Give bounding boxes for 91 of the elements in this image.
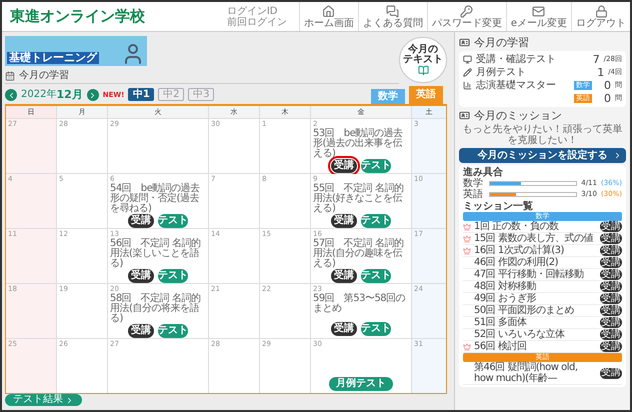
- mission-item-label: 1回 正の数・負の数: [474, 221, 560, 232]
- attend-button[interactable]: 受講: [128, 269, 154, 283]
- lesson-title: 57回 不定詞 名詞的用法(自分の趣味を伝える): [313, 239, 404, 269]
- attend-button[interactable]: 受講: [600, 269, 622, 280]
- nav-button[interactable]: よくある質問: [358, 2, 427, 31]
- study-item-label: 志演基礎マスター: [476, 80, 557, 90]
- banner-title: 基礎トレーニング: [7, 52, 99, 64]
- progress-label: 英語: [463, 190, 484, 200]
- attend-button[interactable]: 受講: [600, 221, 622, 232]
- test-button[interactable]: テスト: [158, 269, 188, 283]
- mail-icon: [532, 4, 546, 18]
- attend-button[interactable]: 受講: [331, 269, 357, 283]
- lesson-title: 59回 第53〜58回のまとめ: [313, 294, 406, 314]
- attend-button[interactable]: 受講: [600, 305, 622, 316]
- mission-item-label: 46回 作図の利用(2): [474, 257, 560, 268]
- chevron-right-icon: [613, 151, 622, 160]
- mission-list-title: ミッション一覧: [463, 201, 534, 212]
- lesson-title: 54回 be動詞の過去形の疑問・否定(過去を尋ねる): [110, 184, 201, 214]
- mission-item-label: 16回 1次式の計算(3): [474, 245, 565, 256]
- chart-icon: [463, 81, 472, 90]
- study-count: 0: [604, 93, 611, 104]
- nav-button[interactable]: パスワード変更: [426, 2, 506, 31]
- nav-button[interactable]: ホーム画面: [298, 2, 358, 31]
- mission-item-label: 15回 素数の表し方、式の値: [474, 233, 594, 244]
- lesson-title: 55回 不定詞 名詞的用法(好きなことを伝える): [313, 184, 404, 214]
- lesson-title: 56回 不定詞 名詞的用法(楽しいことを語る): [110, 239, 202, 269]
- book-icon: [418, 64, 428, 76]
- set-mission-button[interactable]: 今月のミッションを設定する: [459, 148, 626, 163]
- attend-button[interactable]: 受講: [600, 281, 622, 292]
- attend-button[interactable]: 受講: [600, 245, 622, 256]
- attend-button[interactable]: 受講: [600, 317, 622, 328]
- id-card-icon: [459, 110, 470, 121]
- prev-month-button[interactable]: [5, 89, 17, 101]
- test-button[interactable]: テスト: [361, 269, 391, 283]
- nav-button[interactable]: eメール変更: [506, 2, 571, 31]
- mission-item-label: 52回 いろいろな立体: [474, 329, 566, 340]
- chat-icon: [386, 4, 400, 18]
- attend-button[interactable]: 受講: [128, 214, 154, 228]
- mission-item-label: 47回 平行移動・回転移動: [474, 269, 584, 280]
- test-button[interactable]: テスト: [158, 324, 188, 338]
- pencil-icon: [463, 68, 472, 77]
- mission-item-label: 48回 対称移動: [474, 281, 537, 292]
- test-button[interactable]: テスト: [361, 322, 391, 336]
- year-label: 2022年: [21, 89, 56, 101]
- attend-button[interactable]: 受講: [331, 322, 357, 336]
- key-icon: [460, 4, 474, 18]
- next-month-button[interactable]: [86, 89, 99, 101]
- month-label: 12月: [56, 89, 83, 101]
- study-count: 1: [597, 67, 604, 78]
- calendar-icon: [5, 71, 15, 81]
- monitor-icon: [463, 55, 472, 64]
- site-logo[interactable]: 東進オンライン学校: [2, 5, 145, 28]
- attend-button[interactable]: 受講: [331, 159, 357, 173]
- mission-title: 今月のミッション: [474, 109, 562, 122]
- mission-item-label: 第46回 疑問詞(how old, how much)(年齢—: [474, 362, 579, 384]
- study-item-label: 月例テスト: [476, 68, 527, 78]
- lock-icon: [594, 4, 608, 18]
- mission-item-label: 51回 多面体: [474, 317, 528, 328]
- study-count: 0: [604, 80, 611, 91]
- mission-item-label: 50回 平面図形のまとめ: [474, 305, 575, 316]
- progress-label: 数学: [463, 178, 484, 188]
- section-title: 今月の学習: [19, 70, 69, 82]
- attend-button[interactable]: 受講: [600, 293, 622, 304]
- lesson-title: 53回 be動詞の過去形(過去の出来事を伝える): [313, 129, 404, 159]
- study-count: 7: [592, 54, 600, 65]
- study-title: 今月の学習: [474, 36, 529, 49]
- chevron-right-icon: [65, 396, 74, 404]
- attend-button[interactable]: 受講: [600, 329, 622, 340]
- monthly-text-button[interactable]: 今月の テキスト: [399, 37, 447, 83]
- test-button[interactable]: テスト: [361, 159, 391, 173]
- login-id-label: ログインID: [226, 6, 278, 16]
- mission-message: もっと先をやりたい！頑張って英単を克服したい！: [462, 124, 624, 146]
- attend-button[interactable]: 受講: [331, 214, 357, 228]
- home-icon: [322, 4, 336, 18]
- attend-button[interactable]: 受講: [128, 324, 154, 338]
- mission-item-label: 49回 おうぎ形: [474, 293, 537, 304]
- grade-tab[interactable]: 中1: [128, 88, 154, 101]
- nav-button[interactable]: ログアウト: [571, 2, 630, 31]
- test-button[interactable]: テスト: [361, 214, 391, 228]
- test-results-button[interactable]: テスト結果: [5, 394, 82, 406]
- lesson-title: 58回 不定詞 名詞的用法(自分の将来を語る): [110, 294, 202, 324]
- mission-item-label: 56回 検討回: [474, 341, 528, 352]
- progress-title: 進み具合: [463, 167, 504, 178]
- test-button[interactable]: テスト: [158, 214, 188, 228]
- study-item-label: 受講・確認テスト: [476, 54, 557, 64]
- id-card-icon: [459, 37, 470, 48]
- monthly-test-button[interactable]: 月例テスト: [329, 377, 393, 391]
- attend-button[interactable]: 受講: [600, 257, 622, 268]
- attend-button[interactable]: 受講: [600, 233, 622, 244]
- attend-button[interactable]: 受講: [600, 341, 622, 352]
- last-login-label: 前回ログイン: [226, 16, 287, 28]
